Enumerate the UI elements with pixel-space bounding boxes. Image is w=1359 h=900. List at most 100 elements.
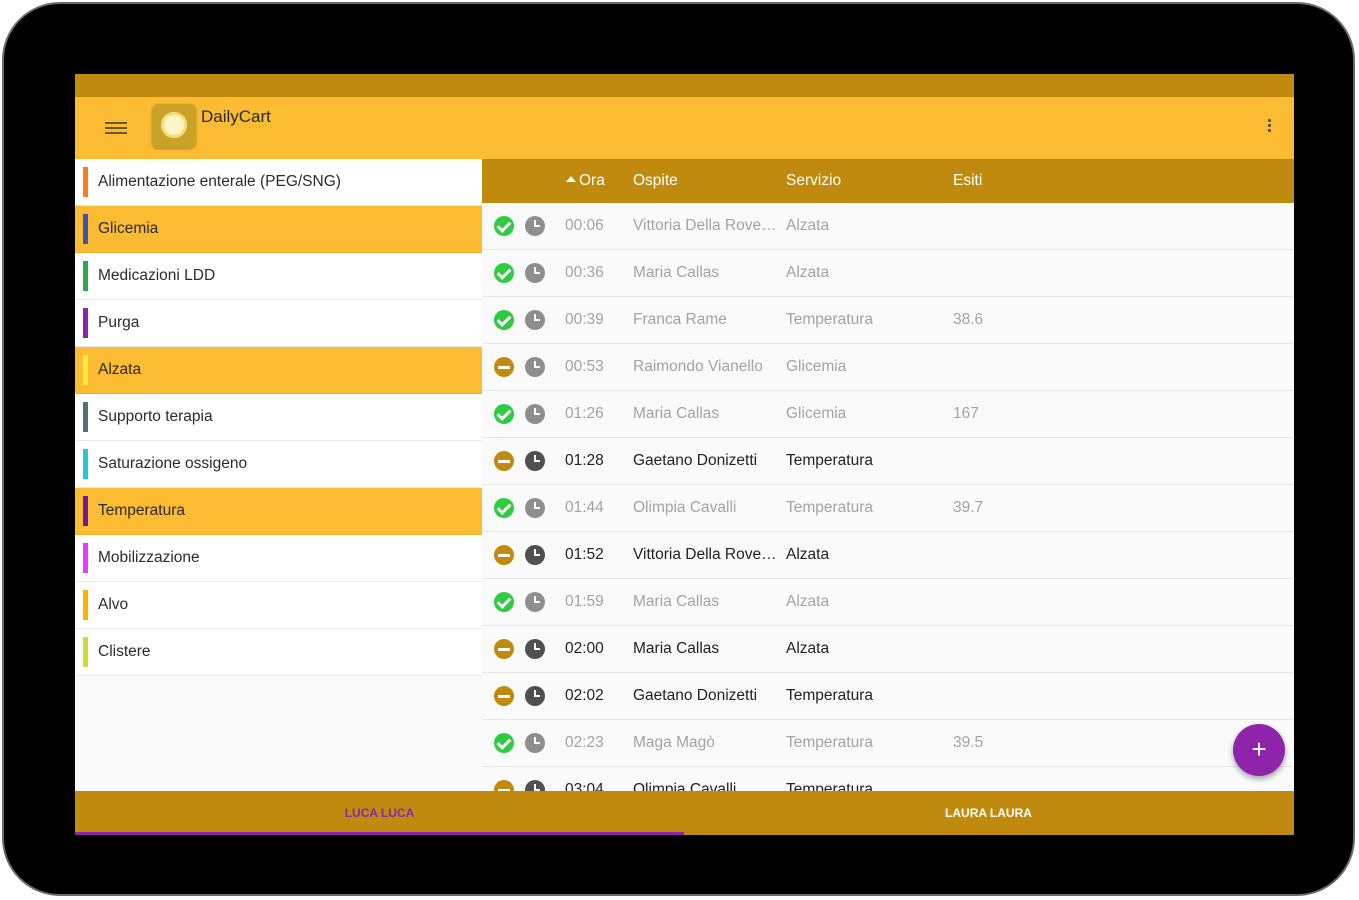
time-cell: 00:06 xyxy=(565,217,604,234)
table-row[interactable]: 03:04 Olimpia Cavalli Temperatura xyxy=(482,767,1294,791)
header-result[interactable]: Esiti xyxy=(953,172,982,190)
tablet-frame: DailyCart Alimentazione enterale (PEG/SN… xyxy=(2,2,1355,896)
check-circle-icon[interactable] xyxy=(494,733,514,753)
category-item[interactable]: Temperatura xyxy=(75,488,482,535)
clock-icon[interactable] xyxy=(525,357,545,377)
app-title: DailyCart xyxy=(201,107,271,126)
time-cell: 01:26 xyxy=(565,405,604,422)
app-screen: DailyCart Alimentazione enterale (PEG/SN… xyxy=(75,74,1294,835)
time-cell: 02:02 xyxy=(565,687,604,704)
clock-icon[interactable] xyxy=(525,686,545,706)
check-circle-icon[interactable] xyxy=(494,263,514,283)
more-options-icon[interactable] xyxy=(1266,117,1272,139)
app-bar: DailyCart xyxy=(75,97,1294,159)
clock-icon[interactable] xyxy=(525,592,545,612)
result-cell: 38.6 xyxy=(953,311,984,328)
category-color-bar xyxy=(83,308,88,338)
table-row[interactable]: 02:02 Gaetano Donizetti Temperatura xyxy=(482,673,1294,720)
guest-cell: Franca Rame xyxy=(633,311,727,328)
check-circle-icon[interactable] xyxy=(494,216,514,236)
time-cell: 01:28 xyxy=(565,452,604,469)
time-cell: 03:04 xyxy=(565,781,604,791)
clock-icon[interactable] xyxy=(525,404,545,424)
table-row[interactable]: 01:26 Maria Callas Glicemia 167 xyxy=(482,391,1294,438)
category-item[interactable]: Purga xyxy=(75,300,482,347)
category-color-bar xyxy=(83,637,88,667)
category-item[interactable]: Alimentazione enterale (PEG/SNG) xyxy=(75,159,482,206)
result-cell: 167 xyxy=(953,405,979,422)
category-item[interactable]: Glicemia xyxy=(75,206,482,253)
table-body: 00:06 Vittoria Della Rove… Alzata 00:36 Mari… xyxy=(482,203,1294,791)
minus-circle-icon[interactable] xyxy=(494,780,514,791)
table-row[interactable]: 00:06 Vittoria Della Rove… Alzata xyxy=(482,203,1294,250)
service-cell: Alzata xyxy=(786,546,830,563)
add-button[interactable]: + xyxy=(1233,724,1285,776)
minus-circle-icon[interactable] xyxy=(494,545,514,565)
minus-circle-icon[interactable] xyxy=(494,357,514,377)
check-circle-icon[interactable] xyxy=(494,404,514,424)
category-item[interactable]: Mobilizzazione xyxy=(75,535,482,582)
table-row[interactable]: 00:39 Franca Rame Temperatura 38.6 xyxy=(482,297,1294,344)
table-row[interactable]: 01:44 Olimpia Cavalli Temperatura 39.7 xyxy=(482,485,1294,532)
category-label: Glicemia xyxy=(98,220,159,237)
service-cell: Temperatura xyxy=(786,311,874,328)
category-item[interactable]: Saturazione ossigeno xyxy=(75,441,482,488)
clock-icon[interactable] xyxy=(525,639,545,659)
table-row[interactable]: 01:59 Maria Callas Alzata xyxy=(482,579,1294,626)
table-row[interactable]: 01:52 Vittoria Della Rove… Alzata xyxy=(482,532,1294,579)
clock-icon[interactable] xyxy=(525,545,545,565)
clock-icon[interactable] xyxy=(525,451,545,471)
table-header: Ora Ospite Servizio Esiti xyxy=(482,159,1294,203)
guest-cell: Maria Callas xyxy=(633,405,720,422)
service-cell: Temperatura xyxy=(786,499,874,516)
guest-cell: Gaetano Donizetti xyxy=(633,687,758,704)
category-color-bar xyxy=(83,167,88,197)
guest-cell: Maria Callas xyxy=(633,640,720,657)
clock-icon[interactable] xyxy=(525,498,545,518)
header-service[interactable]: Servizio xyxy=(786,172,841,190)
category-item[interactable]: Alzata xyxy=(75,347,482,394)
check-circle-icon[interactable] xyxy=(494,498,514,518)
table-row[interactable]: 00:53 Raimondo Vianello Glicemia xyxy=(482,344,1294,391)
category-item[interactable]: Medicazioni LDD xyxy=(75,253,482,300)
tab-bar: LUCA LUCA LAURA LAURA xyxy=(75,791,1294,835)
table-row[interactable]: 02:23 Maga Magò Temperatura 39.5 xyxy=(482,720,1294,767)
minus-circle-icon[interactable] xyxy=(494,686,514,706)
header-time[interactable]: Ora xyxy=(566,172,605,190)
service-cell: Alzata xyxy=(786,264,830,281)
tab-indicator xyxy=(75,832,684,835)
table-row[interactable]: 02:00 Maria Callas Alzata xyxy=(482,626,1294,673)
category-label: Alimentazione enterale (PEG/SNG) xyxy=(98,173,341,190)
clock-icon[interactable] xyxy=(525,780,545,791)
clock-icon[interactable] xyxy=(525,263,545,283)
service-cell: Alzata xyxy=(786,593,830,610)
category-list: Alimentazione enterale (PEG/SNG) Glicemia… xyxy=(75,159,482,791)
status-bar xyxy=(75,74,1294,97)
category-label: Clistere xyxy=(98,643,151,660)
tab-luca-luca[interactable]: LUCA LUCA xyxy=(75,791,684,835)
category-color-bar xyxy=(83,214,88,244)
category-color-bar xyxy=(83,590,88,620)
service-cell: Temperatura xyxy=(786,687,874,704)
clock-icon[interactable] xyxy=(525,310,545,330)
category-item[interactable]: Supporto terapia xyxy=(75,394,482,441)
time-cell: 02:00 xyxy=(565,640,604,657)
clock-icon[interactable] xyxy=(525,733,545,753)
check-circle-icon[interactable] xyxy=(494,310,514,330)
category-color-bar xyxy=(83,543,88,573)
table-row[interactable]: 01:28 Gaetano Donizetti Temperatura xyxy=(482,438,1294,485)
table-row[interactable]: 00:36 Maria Callas Alzata xyxy=(482,250,1294,297)
category-color-bar xyxy=(83,355,88,385)
minus-circle-icon[interactable] xyxy=(494,639,514,659)
category-item[interactable]: Clistere xyxy=(75,629,482,676)
clock-icon[interactable] xyxy=(525,216,545,236)
minus-circle-icon[interactable] xyxy=(494,451,514,471)
tab-laura-laura[interactable]: LAURA LAURA xyxy=(684,791,1293,835)
category-item[interactable]: Alvo xyxy=(75,582,482,629)
header-guest[interactable]: Ospite xyxy=(633,172,678,190)
category-label: Purga xyxy=(98,314,140,331)
guest-cell: Maga Magò xyxy=(633,734,715,751)
menu-icon[interactable] xyxy=(105,119,127,137)
category-color-bar xyxy=(83,261,88,291)
check-circle-icon[interactable] xyxy=(494,592,514,612)
